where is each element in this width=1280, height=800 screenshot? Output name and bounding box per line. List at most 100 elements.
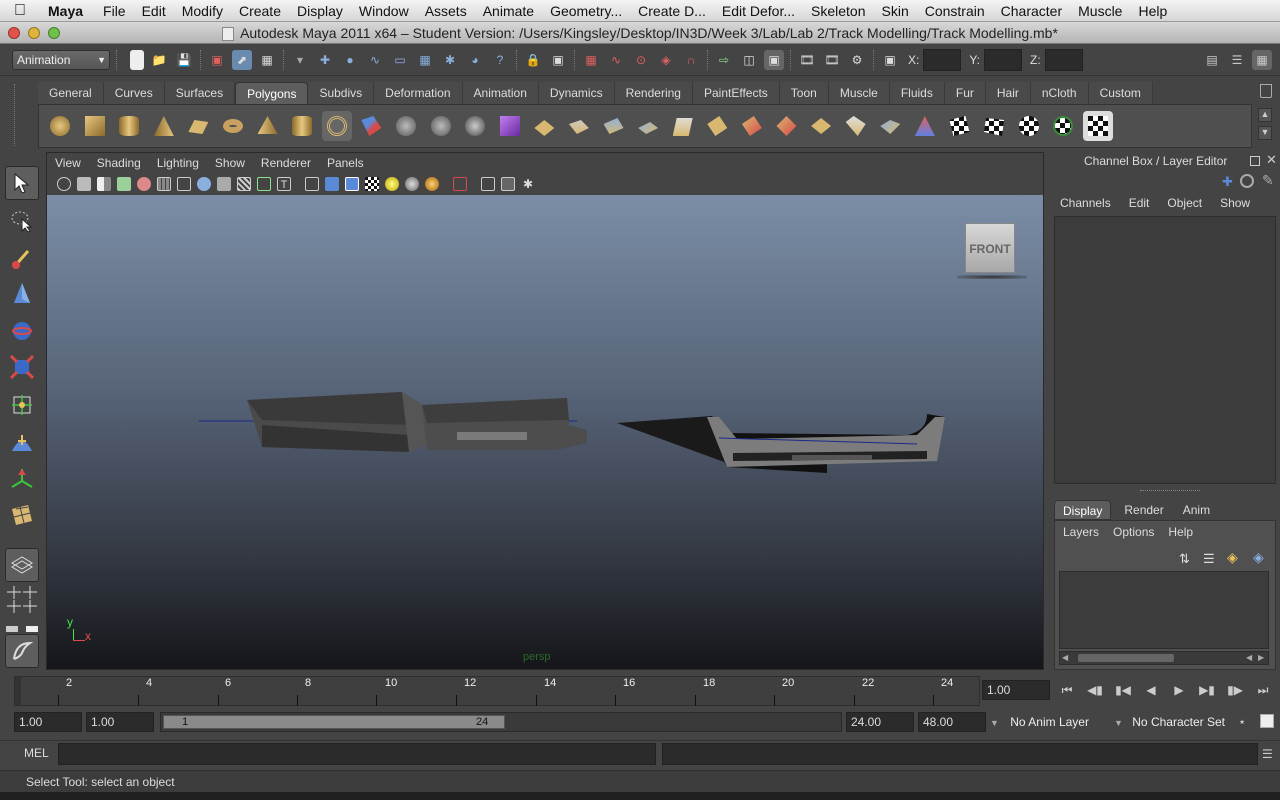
edit-pen-icon[interactable]: ✎ [1262,172,1274,189]
scroll-left-icon[interactable]: ◀ [1062,653,1068,662]
menu-create[interactable]: Create [231,3,289,19]
bevel-icon[interactable] [841,111,871,141]
select-curves-icon[interactable]: ∿ [365,50,385,70]
anim-layer-dropdown[interactable]: ▼ No Anim Layer [990,712,1120,732]
shelf-handle[interactable] [14,84,34,146]
mel-toggle[interactable]: MEL [24,746,49,760]
menu-file[interactable]: File [95,3,134,19]
resolution-gate-icon[interactable] [197,177,211,191]
new-scene-icon[interactable] [130,49,144,70]
menu-assets[interactable]: Assets [417,3,475,19]
menu-edit[interactable]: Edit [134,3,174,19]
shelf-tab-general[interactable]: General [38,82,104,104]
universal-manipulator-icon[interactable] [5,388,39,422]
shelf-tab-ncloth[interactable]: nCloth [1030,82,1089,104]
command-input[interactable] [58,743,656,765]
x-field[interactable] [923,48,962,71]
channels-menu[interactable]: Channels [1060,196,1111,210]
animation-prefs-icon[interactable] [1260,714,1274,728]
menu-display[interactable]: Display [289,3,351,19]
cb-edit-menu[interactable]: Edit [1129,196,1150,210]
menu-create-deformers[interactable]: Create D... [630,3,714,19]
select-hierarchy-icon[interactable]: ▣ [207,50,227,70]
layer-tab-render[interactable]: Render [1111,500,1176,520]
range-bar[interactable]: 1 24 [163,715,505,729]
shelf-tab-hair[interactable]: Hair [985,82,1031,104]
xray-joints-icon[interactable] [501,177,515,191]
poly-cube-icon[interactable] [80,111,110,141]
shelf-scroll-up-icon[interactable]: ▲ [1258,108,1272,122]
current-time-marker[interactable] [15,677,21,705]
select-object-icon[interactable]: ⬈ [232,49,252,70]
end-time-field[interactable]: 48.00 [918,712,986,732]
play-backwards-icon[interactable]: ◀ [1140,683,1162,701]
select-misc-icon[interactable]: ? [490,50,510,70]
poly-torus-icon[interactable] [218,111,248,141]
go-to-start-icon[interactable]: ⏮ [1056,683,1078,701]
shelf-tab-animation[interactable]: Animation [462,82,539,104]
shadows-icon[interactable] [405,177,419,191]
lock-selection-icon[interactable]: 🔒 [523,50,543,70]
camera-attributes-icon[interactable] [77,177,91,191]
play-forwards-icon[interactable]: ▶ [1168,683,1190,701]
rotate-tool-icon[interactable] [5,314,39,348]
xray-components-icon[interactable]: ✱ [521,177,535,191]
isolate-select-icon[interactable] [453,177,467,191]
menu-muscle[interactable]: Muscle [1070,3,1130,19]
layer-help-menu[interactable]: Help [1168,525,1193,539]
scroll-thumb[interactable] [1078,654,1174,662]
close-window-icon[interactable] [8,27,20,39]
highlight-selection-icon[interactable]: ▣ [548,50,568,70]
cb-object-menu[interactable]: Object [1167,196,1202,210]
snap-curve-icon[interactable]: ∿ [606,50,626,70]
shelf-tab-dynamics[interactable]: Dynamics [538,82,615,104]
layers-menu[interactable]: Layers [1063,525,1099,539]
panel-resize-handle[interactable] [1140,490,1200,492]
shelf-tab-surfaces[interactable]: Surfaces [164,82,236,104]
high-quality-icon[interactable] [425,177,439,191]
append-polygon-icon[interactable] [599,111,629,141]
insert-edge-loop-icon[interactable] [668,111,698,141]
layer-scrollbar[interactable]: ◀ ◀ ▶ [1059,651,1269,665]
z-field[interactable] [1044,48,1083,71]
zoom-window-icon[interactable] [48,27,60,39]
uv-spherical-icon[interactable] [1048,111,1078,141]
script-editor-icon[interactable]: ☰ [1262,747,1273,761]
panel-menu-shading[interactable]: Shading [89,156,149,170]
safe-title-icon[interactable]: T [277,177,291,191]
separate-icon[interactable] [391,111,421,141]
speed-dial-icon[interactable] [1240,174,1254,188]
select-surfaces-icon[interactable]: ▭ [390,50,410,70]
select-tool-icon[interactable] [5,166,39,200]
extrude-icon[interactable] [529,111,559,141]
select-dynamics-icon[interactable]: ✱ [440,50,460,70]
new-layer-empty-icon[interactable]: ◈ [1253,549,1264,566]
filter-menu-icon[interactable]: ▾ [290,50,310,70]
menu-edit-deformers[interactable]: Edit Defor... [714,3,803,19]
menu-modify[interactable]: Modify [174,3,231,19]
panel-menu-show[interactable]: Show [207,156,253,170]
shelf-tab-toon[interactable]: Toon [779,82,829,104]
uv-planar-icon[interactable] [979,111,1009,141]
offset-edge-loop-icon[interactable] [702,111,732,141]
menu-app[interactable]: Maya [40,3,95,19]
poly-cone-icon[interactable] [149,111,179,141]
scale-tool-icon[interactable] [5,350,39,384]
menu-constrain[interactable]: Constrain [917,3,993,19]
move-layer-up-icon[interactable]: ⇅ [1179,551,1190,567]
ipr-render-icon[interactable]: 🎞 [822,50,842,70]
manipulator-attrs-icon[interactable]: ✚ [1222,174,1233,190]
combine-icon[interactable] [356,111,386,141]
select-handles-icon[interactable]: ✚ [315,50,335,70]
smooth-icon[interactable] [460,111,490,141]
select-component-icon[interactable]: ▦ [257,50,277,70]
cb-show-menu[interactable]: Show [1220,196,1250,210]
menu-geometry[interactable]: Geometry... [542,3,630,19]
time-slider[interactable]: 2 4 6 8 10 12 14 16 18 20 22 24 [14,676,980,706]
open-scene-icon[interactable]: 📁 [149,50,169,70]
paint-select-tool-icon[interactable] [5,242,39,276]
uv-texture-editor-icon[interactable] [1082,111,1113,141]
layer-tab-display[interactable]: Display [1054,500,1112,520]
select-deformations-icon[interactable]: ▦ [415,50,435,70]
textured-icon[interactable] [365,177,379,191]
